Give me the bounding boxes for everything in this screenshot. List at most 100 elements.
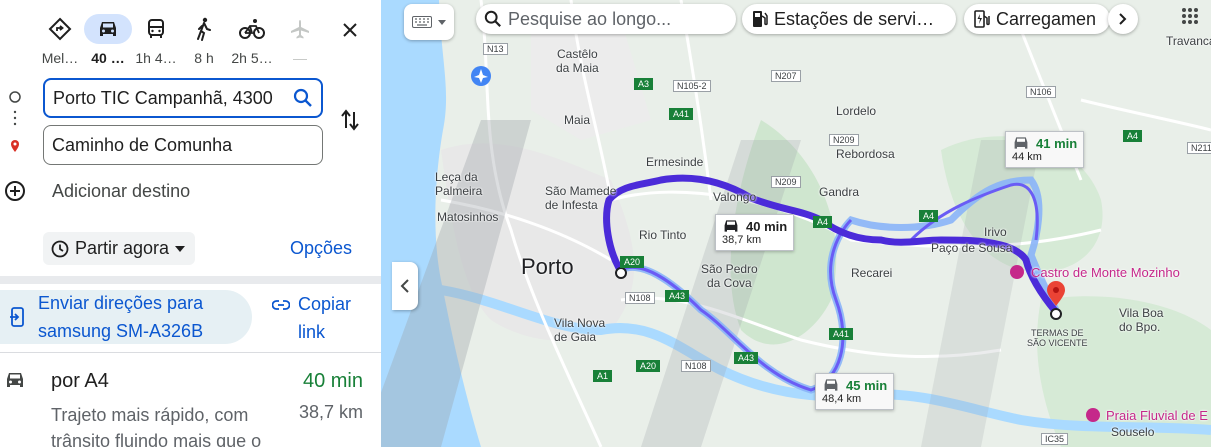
road-shield: N211 (1187, 142, 1211, 154)
copy-link-button[interactable]: Copiar link (272, 290, 351, 346)
label-porto: Porto (521, 254, 574, 279)
mode-car[interactable]: 40 … (84, 14, 132, 66)
route-option[interactable]: por A4 40 min Trajeto mais rápido, com t… (0, 366, 381, 447)
mode-bike-label: 2h 5… (231, 50, 273, 66)
chip-charging[interactable]: Carregamen (964, 4, 1110, 34)
route-description: Trajeto mais rápido, com trânsito fluind… (51, 405, 262, 447)
keyboard-icon (412, 16, 432, 28)
mode-walk[interactable]: 8 h (180, 14, 228, 66)
clock-icon (51, 240, 69, 257)
label-paco-de-sousa: Paço de Sousa (931, 241, 1013, 255)
label-sao-mamede: São Mamede de Infesta (545, 184, 617, 212)
bubble-alt1-time: 41 min (1036, 135, 1078, 151)
label-travanca: Travanca (1166, 34, 1211, 48)
swap-arrows-icon (341, 109, 359, 131)
options-link[interactable]: Opções (290, 238, 352, 259)
send-label: Enviar direções para samsung SM-A326B (38, 289, 203, 345)
label-valongo: Valongo (713, 190, 757, 204)
road-shield: A20 (620, 256, 645, 268)
origin-field[interactable]: Porto TIC Campanhã, 4300 (43, 78, 323, 118)
route-bubble-alt-1[interactable]: 41 min 44 km (1005, 131, 1085, 168)
car-icon (724, 220, 738, 232)
directions-panel: Mel… 40 … 1h 4… 8 h 2h 5… — Porto TIC Ca… (0, 0, 381, 447)
close-icon (343, 23, 357, 37)
car-icon (84, 14, 132, 44)
road-shield: A41 (669, 108, 694, 120)
route-distance: 38,7 km (298, 402, 363, 422)
label-castro: Castro de Monte Mozinho (1031, 265, 1180, 280)
bike-icon (228, 14, 276, 44)
depart-label: Partir agora (75, 238, 170, 258)
road-shield: A43 (734, 352, 759, 364)
label-maia: Maia (564, 113, 591, 127)
road-shield: IC35 (1041, 433, 1069, 445)
route-name: por A4 (51, 370, 109, 392)
label-souselo: Souselo (1111, 425, 1155, 439)
copy-label: Copiar link (298, 290, 351, 346)
mode-walk-label: 8 h (194, 50, 214, 66)
swap-button[interactable] (340, 108, 360, 137)
map-canvas[interactable]: Castêlo da Maia Maia Lordelo Rebordosa Le… (381, 0, 1211, 447)
link-icon (272, 300, 290, 310)
plane-icon (276, 14, 324, 44)
mode-flight-label: — (293, 50, 307, 66)
chip-fuel-label: Estações de servi… (774, 8, 935, 29)
bubble-alt1-distance: 44 km (1012, 151, 1042, 163)
road-shield: A4 (1123, 130, 1143, 142)
google-apps-button[interactable] (1176, 2, 1204, 30)
mode-flight[interactable]: — (276, 14, 324, 66)
road-shield: N13 (483, 43, 508, 55)
chevron-right-icon (1119, 13, 1127, 25)
road-shield: N108 (625, 292, 655, 304)
road-shield: A43 (665, 290, 690, 302)
chevron-left-icon (400, 279, 409, 293)
bubble-main-time: 40 min (746, 218, 788, 234)
route-dots (8, 90, 22, 165)
send-line1: Enviar direções para (38, 293, 204, 313)
label-rebordosa: Rebordosa (836, 147, 895, 161)
mode-transit-label: 1h 4… (135, 50, 177, 66)
label-vila-boa: Vila Boa do Bpo. (1119, 306, 1164, 334)
close-directions-button[interactable] (338, 18, 362, 42)
label-lordelo: Lordelo (836, 104, 877, 118)
label-recarei: Recarei (851, 266, 893, 280)
search-icon (484, 10, 501, 27)
send-to-device-icon (10, 307, 24, 327)
caret-down-icon (175, 245, 186, 252)
road-shield: N207 (771, 70, 801, 82)
gas-station-icon (753, 11, 768, 27)
bubble-main-distance: 38,7 km (722, 234, 762, 246)
label-termas: TERMAS DE SÃO VICENTE (1027, 328, 1088, 348)
destination-text: Caminho de Comunha (52, 134, 233, 155)
label-matosinhos: Matosinhos (437, 210, 499, 224)
search-along-route[interactable]: Pesquise ao longo... (476, 4, 736, 34)
route-bubble-main[interactable]: 40 min 38,7 km (715, 214, 795, 251)
label-leca: Leça da Palmeira (435, 170, 483, 198)
route-bubble-alt-2[interactable]: 45 min 48,4 km (815, 373, 895, 410)
bubble-alt2-time: 45 min (846, 377, 888, 393)
send-to-phone-button[interactable]: Enviar direções para samsung SM-A326B (0, 290, 252, 344)
search-icon[interactable] (293, 88, 313, 113)
mode-best[interactable]: Mel… (36, 14, 84, 66)
car-icon (1014, 137, 1028, 149)
road-shield: N106 (1026, 86, 1056, 98)
copy-line2: link (298, 322, 326, 342)
walk-icon (180, 14, 228, 44)
mode-bike[interactable]: 2h 5… (228, 14, 276, 66)
mode-transit[interactable]: 1h 4… (132, 14, 180, 66)
collapse-panel-button[interactable] (392, 262, 418, 310)
road-shield: N209 (771, 176, 801, 188)
divider (0, 352, 381, 353)
label-irivo: Irivo (984, 225, 1007, 239)
chip-charging-label: Carregamen (996, 8, 1097, 29)
depart-time-dropdown[interactable]: Partir agora (43, 232, 196, 265)
road-shield: N209 (829, 134, 859, 146)
destination-field[interactable]: Caminho de Comunha (43, 125, 323, 165)
chips-next-button[interactable] (1108, 4, 1138, 34)
label-praia-fluvial: Praia Fluvial de E (1106, 408, 1208, 423)
keyboard-input-button[interactable] (404, 4, 454, 40)
label-ermesinde: Ermesinde (646, 155, 704, 169)
add-destination-button[interactable]: Adicionar destino (4, 180, 190, 202)
car-icon (824, 379, 838, 391)
chip-fuel-stations[interactable]: Estações de servi… (742, 4, 956, 34)
